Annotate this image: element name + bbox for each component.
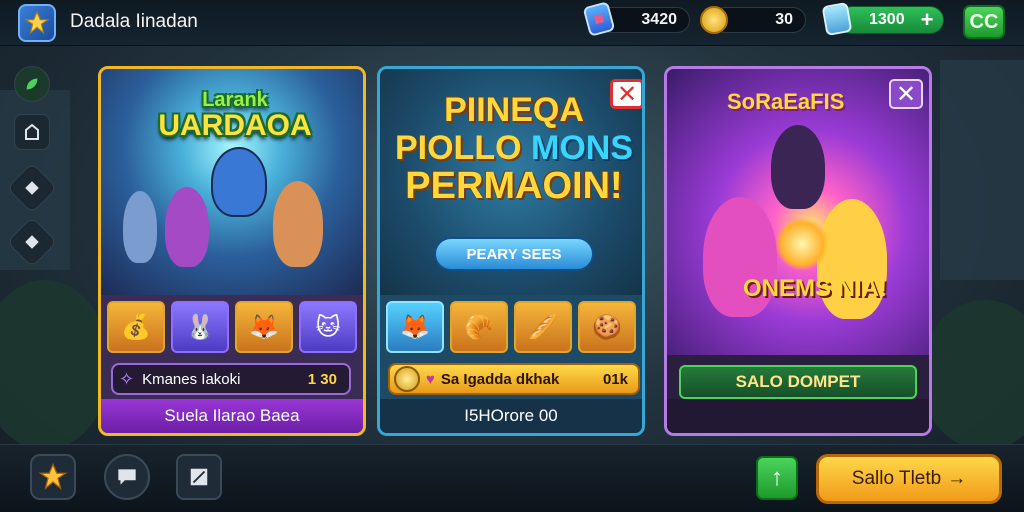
card2-offer-value: 01k	[602, 370, 628, 388]
promo-line-3: PERMAOIN!	[405, 165, 623, 207]
tickets-value: 3420	[641, 11, 677, 28]
card1-price-label: Kmanes Iakoki	[142, 370, 241, 388]
next-button-label: Sallo Tletb	[851, 468, 942, 489]
card3-art-banner: ONEMS NIA!	[743, 275, 887, 302]
hero-ninja-figure	[211, 147, 267, 217]
promo-line-2b: MONS	[531, 129, 633, 167]
sidebar-item-leaf[interactable]	[14, 66, 50, 102]
card2-offer-pill[interactable]: ♥ Sa Igadda dkhak 01k	[388, 363, 640, 395]
energy-burst	[775, 217, 829, 271]
add-gems-button[interactable]: +	[917, 9, 937, 31]
card2-item-row: 🦊 🥐 🥖 🍪	[386, 301, 636, 353]
hero-girl-figure	[165, 187, 209, 267]
promo-line-2: PIOLLO MONS	[390, 129, 638, 167]
item-bread-icon[interactable]: 🥐	[450, 301, 508, 353]
game-logo-icon[interactable]	[18, 4, 56, 42]
item-cat-icon[interactable]: 🐱	[299, 301, 357, 353]
tower-icon	[25, 123, 39, 140]
next-button[interactable]: Sallo Tletb →	[816, 454, 1002, 504]
card2-artwork: PIINEQA PIOLLO MONS PERMAOIN! PEARY SEES	[380, 69, 642, 295]
cc-button[interactable]: CC	[963, 5, 1005, 39]
card1-item-row: 💰 🐰 🦊 🐱	[107, 301, 357, 353]
item-cookie-icon[interactable]: 🍪	[578, 301, 636, 353]
card2-promo-title: PIINEQA PIOLLO MONS PERMAOIN!	[390, 91, 638, 205]
gems-counter: 1300 +	[838, 6, 944, 34]
card3-footer	[667, 399, 929, 433]
game-title: Dadala Iinadan	[70, 11, 198, 32]
item-bunny-icon[interactable]: 🐰	[171, 301, 229, 353]
promo-line-2a: PIOLLO	[394, 129, 522, 167]
leaf-icon	[26, 78, 38, 90]
coin-stack-icon	[394, 366, 420, 392]
card1-footer: Suela Ilarao Baea	[101, 399, 363, 433]
hero-kid-figure	[123, 191, 157, 263]
nav-map-button[interactable]	[176, 454, 222, 500]
card1-price-pill[interactable]: ✧ Kmanes Iakoki 1 30	[111, 363, 351, 395]
card1-artwork: Larank UARDAOA	[101, 69, 363, 295]
nav-star-button[interactable]	[30, 454, 76, 500]
close-icon[interactable]: ✕	[610, 79, 642, 109]
offer-card-heroines[interactable]: SoRaEaFIS ONEMS NIA! ✕ SALO DOMPET	[664, 66, 932, 436]
card1-price-value: 1 30	[307, 370, 337, 388]
arrow-right-icon: →	[947, 468, 967, 489]
card3-artwork: SoRaEaFIS ONEMS NIA!	[667, 69, 929, 355]
card3-art-title: SoRaEaFIS	[727, 89, 845, 114]
map-icon	[190, 468, 208, 486]
item-bag-icon[interactable]: 💰	[107, 301, 165, 353]
sidebar-item-tower[interactable]	[14, 114, 50, 150]
heart-icon: ♥	[426, 370, 435, 388]
upgrade-button[interactable]: ↑	[756, 456, 798, 500]
gems-value: 1300	[869, 11, 905, 28]
item-fox-icon[interactable]: 🦊	[386, 301, 444, 353]
coin-icon	[700, 6, 728, 34]
star-icon	[38, 462, 68, 490]
key-icon: ✧	[119, 368, 135, 389]
hero-boy-figure	[273, 181, 323, 267]
bg-building-right	[940, 60, 1024, 280]
map-icon	[25, 181, 39, 195]
card1-art-heading: UARDAOA	[158, 109, 312, 142]
bg-tree-right	[920, 300, 1024, 450]
card1-art-title: Larank UARDAOA	[145, 87, 325, 142]
nav-chat-button[interactable]	[104, 454, 150, 500]
gem-icon	[821, 1, 853, 37]
top-bar: Dadala Iinadan 3420 30 1300 + CC	[0, 0, 1024, 46]
close-icon[interactable]: ✕	[889, 79, 923, 109]
bg-tree-left	[0, 280, 110, 450]
card2-peary-button[interactable]: PEARY SEES	[434, 237, 594, 271]
compass-icon	[25, 235, 39, 249]
promo-line-1: PIINEQA	[444, 91, 584, 129]
item-fox-icon[interactable]: 🦊	[235, 301, 293, 353]
chat-bubble-icon	[118, 469, 136, 485]
card2-footer: I5HOrore 00	[380, 399, 642, 433]
card2-offer-label: Sa Igadda dkhak	[440, 370, 560, 388]
coins-value: 30	[775, 11, 793, 28]
offer-card-heroes[interactable]: Larank UARDAOA 💰 🐰 🦊 🐱 ✧ Kmanes Iakoki 1…	[98, 66, 366, 436]
item-baguette-icon[interactable]: 🥖	[514, 301, 572, 353]
card3-sale-button[interactable]: SALO DOMPET	[679, 365, 917, 399]
villain-figure	[771, 125, 825, 209]
offer-card-promo[interactable]: PIINEQA PIOLLO MONS PERMAOIN! PEARY SEES…	[377, 66, 645, 436]
